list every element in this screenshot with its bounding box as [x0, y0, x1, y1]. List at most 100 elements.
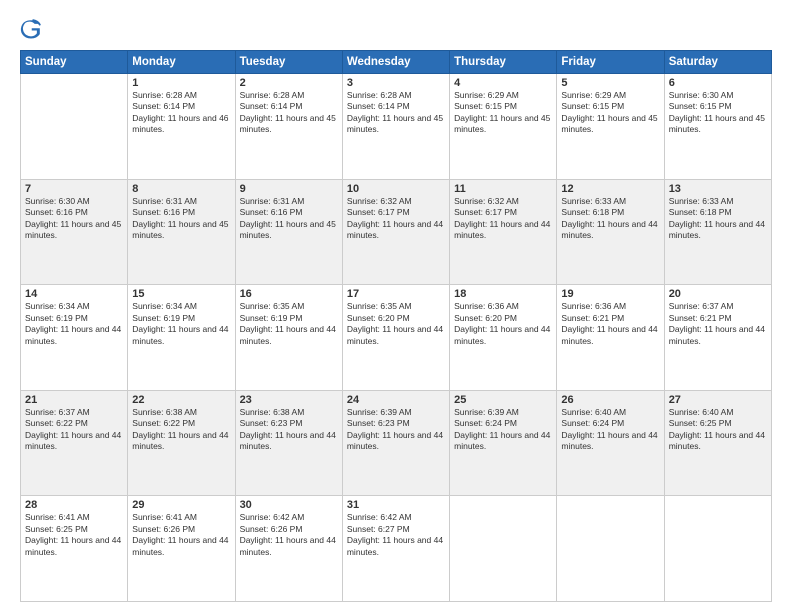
day-info: Sunrise: 6:39 AM Sunset: 6:23 PM Dayligh…	[347, 407, 445, 453]
day-cell: 11Sunrise: 6:32 AM Sunset: 6:17 PM Dayli…	[450, 179, 557, 285]
calendar-page: SundayMondayTuesdayWednesdayThursdayFrid…	[0, 0, 792, 612]
day-cell: 12Sunrise: 6:33 AM Sunset: 6:18 PM Dayli…	[557, 179, 664, 285]
day-cell: 25Sunrise: 6:39 AM Sunset: 6:24 PM Dayli…	[450, 390, 557, 496]
day-cell: 14Sunrise: 6:34 AM Sunset: 6:19 PM Dayli…	[21, 285, 128, 391]
day-number: 9	[240, 183, 338, 195]
day-number: 20	[669, 288, 767, 300]
day-info: Sunrise: 6:32 AM Sunset: 6:17 PM Dayligh…	[347, 196, 445, 242]
day-info: Sunrise: 6:33 AM Sunset: 6:18 PM Dayligh…	[669, 196, 767, 242]
week-row-1: 1 Sunrise: 6:28 AM Sunset: 6:14 PM Daylig…	[21, 74, 772, 180]
day-info: Sunrise: 6:36 AM Sunset: 6:21 PM Dayligh…	[561, 301, 659, 347]
day-cell	[664, 496, 771, 602]
day-header-wednesday: Wednesday	[342, 51, 449, 74]
day-number: 31	[347, 499, 445, 511]
week-row-2: 7Sunrise: 6:30 AM Sunset: 6:16 PM Daylig…	[21, 179, 772, 285]
day-cell: 1Sunrise: 6:28 AM Sunset: 6:14 PM Daylig…	[128, 74, 235, 180]
day-number: 30	[240, 499, 338, 511]
day-info: Sunrise: 6:28 AM Sunset: 6:14 PM Dayligh…	[240, 90, 338, 136]
day-number: 16	[240, 288, 338, 300]
week-row-3: 14Sunrise: 6:34 AM Sunset: 6:19 PM Dayli…	[21, 285, 772, 391]
day-number: 26	[561, 394, 659, 406]
day-cell: 16Sunrise: 6:35 AM Sunset: 6:19 PM Dayli…	[235, 285, 342, 391]
day-number: 19	[561, 288, 659, 300]
page-header	[20, 18, 772, 40]
day-number: 28	[25, 499, 123, 511]
day-number: 24	[347, 394, 445, 406]
day-number: 27	[669, 394, 767, 406]
day-cell	[450, 496, 557, 602]
day-cell: 5Sunrise: 6:29 AM Sunset: 6:15 PM Daylig…	[557, 74, 664, 180]
day-number: 2	[240, 77, 338, 89]
day-header-saturday: Saturday	[664, 51, 771, 74]
day-header-friday: Friday	[557, 51, 664, 74]
day-cell: 13Sunrise: 6:33 AM Sunset: 6:18 PM Dayli…	[664, 179, 771, 285]
day-cell: 22Sunrise: 6:38 AM Sunset: 6:22 PM Dayli…	[128, 390, 235, 496]
day-number: 21	[25, 394, 123, 406]
day-info: Sunrise: 6:38 AM Sunset: 6:22 PM Dayligh…	[132, 407, 230, 453]
day-number: 3	[347, 77, 445, 89]
day-info: Sunrise: 6:40 AM Sunset: 6:25 PM Dayligh…	[669, 407, 767, 453]
day-info: Sunrise: 6:29 AM Sunset: 6:15 PM Dayligh…	[454, 90, 552, 136]
day-info: Sunrise: 6:34 AM Sunset: 6:19 PM Dayligh…	[132, 301, 230, 347]
logo	[20, 18, 46, 40]
day-number: 1	[132, 77, 230, 89]
day-info: Sunrise: 6:31 AM Sunset: 6:16 PM Dayligh…	[132, 196, 230, 242]
day-number: 11	[454, 183, 552, 195]
day-info: Sunrise: 6:41 AM Sunset: 6:25 PM Dayligh…	[25, 512, 123, 558]
day-number: 5	[561, 77, 659, 89]
day-number: 4	[454, 77, 552, 89]
day-cell: 26Sunrise: 6:40 AM Sunset: 6:24 PM Dayli…	[557, 390, 664, 496]
day-cell: 9Sunrise: 6:31 AM Sunset: 6:16 PM Daylig…	[235, 179, 342, 285]
day-info: Sunrise: 6:40 AM Sunset: 6:24 PM Dayligh…	[561, 407, 659, 453]
day-info: Sunrise: 6:37 AM Sunset: 6:22 PM Dayligh…	[25, 407, 123, 453]
day-info: Sunrise: 6:29 AM Sunset: 6:15 PM Dayligh…	[561, 90, 659, 136]
day-cell: 4Sunrise: 6:29 AM Sunset: 6:15 PM Daylig…	[450, 74, 557, 180]
day-number: 22	[132, 394, 230, 406]
day-cell: 30Sunrise: 6:42 AM Sunset: 6:26 PM Dayli…	[235, 496, 342, 602]
logo-icon	[20, 18, 42, 40]
day-header-tuesday: Tuesday	[235, 51, 342, 74]
day-cell: 17Sunrise: 6:35 AM Sunset: 6:20 PM Dayli…	[342, 285, 449, 391]
day-cell: 18Sunrise: 6:36 AM Sunset: 6:20 PM Dayli…	[450, 285, 557, 391]
day-info: Sunrise: 6:42 AM Sunset: 6:26 PM Dayligh…	[240, 512, 338, 558]
day-cell: 27Sunrise: 6:40 AM Sunset: 6:25 PM Dayli…	[664, 390, 771, 496]
day-number: 14	[25, 288, 123, 300]
day-cell: 6Sunrise: 6:30 AM Sunset: 6:15 PM Daylig…	[664, 74, 771, 180]
day-header-row: SundayMondayTuesdayWednesdayThursdayFrid…	[21, 51, 772, 74]
day-info: Sunrise: 6:42 AM Sunset: 6:27 PM Dayligh…	[347, 512, 445, 558]
day-cell: 19Sunrise: 6:36 AM Sunset: 6:21 PM Dayli…	[557, 285, 664, 391]
day-cell: 7Sunrise: 6:30 AM Sunset: 6:16 PM Daylig…	[21, 179, 128, 285]
day-number: 12	[561, 183, 659, 195]
day-cell: 21Sunrise: 6:37 AM Sunset: 6:22 PM Dayli…	[21, 390, 128, 496]
day-cell: 10Sunrise: 6:32 AM Sunset: 6:17 PM Dayli…	[342, 179, 449, 285]
day-info: Sunrise: 6:33 AM Sunset: 6:18 PM Dayligh…	[561, 196, 659, 242]
calendar-table: SundayMondayTuesdayWednesdayThursdayFrid…	[20, 50, 772, 602]
day-number: 25	[454, 394, 552, 406]
day-header-monday: Monday	[128, 51, 235, 74]
day-info: Sunrise: 6:41 AM Sunset: 6:26 PM Dayligh…	[132, 512, 230, 558]
day-number: 10	[347, 183, 445, 195]
day-cell: 28Sunrise: 6:41 AM Sunset: 6:25 PM Dayli…	[21, 496, 128, 602]
day-info: Sunrise: 6:39 AM Sunset: 6:24 PM Dayligh…	[454, 407, 552, 453]
day-cell	[21, 74, 128, 180]
day-info: Sunrise: 6:31 AM Sunset: 6:16 PM Dayligh…	[240, 196, 338, 242]
day-number: 15	[132, 288, 230, 300]
day-info: Sunrise: 6:30 AM Sunset: 6:16 PM Dayligh…	[25, 196, 123, 242]
day-header-thursday: Thursday	[450, 51, 557, 74]
week-row-5: 28Sunrise: 6:41 AM Sunset: 6:25 PM Dayli…	[21, 496, 772, 602]
day-info: Sunrise: 6:34 AM Sunset: 6:19 PM Dayligh…	[25, 301, 123, 347]
day-info: Sunrise: 6:32 AM Sunset: 6:17 PM Dayligh…	[454, 196, 552, 242]
day-cell: 3Sunrise: 6:28 AM Sunset: 6:14 PM Daylig…	[342, 74, 449, 180]
day-number: 18	[454, 288, 552, 300]
day-cell: 31Sunrise: 6:42 AM Sunset: 6:27 PM Dayli…	[342, 496, 449, 602]
day-cell: 8Sunrise: 6:31 AM Sunset: 6:16 PM Daylig…	[128, 179, 235, 285]
day-number: 8	[132, 183, 230, 195]
day-cell: 2Sunrise: 6:28 AM Sunset: 6:14 PM Daylig…	[235, 74, 342, 180]
day-number: 13	[669, 183, 767, 195]
day-header-sunday: Sunday	[21, 51, 128, 74]
day-info: Sunrise: 6:35 AM Sunset: 6:20 PM Dayligh…	[347, 301, 445, 347]
day-cell: 24Sunrise: 6:39 AM Sunset: 6:23 PM Dayli…	[342, 390, 449, 496]
day-cell: 20Sunrise: 6:37 AM Sunset: 6:21 PM Dayli…	[664, 285, 771, 391]
day-cell: 15Sunrise: 6:34 AM Sunset: 6:19 PM Dayli…	[128, 285, 235, 391]
day-cell: 23Sunrise: 6:38 AM Sunset: 6:23 PM Dayli…	[235, 390, 342, 496]
